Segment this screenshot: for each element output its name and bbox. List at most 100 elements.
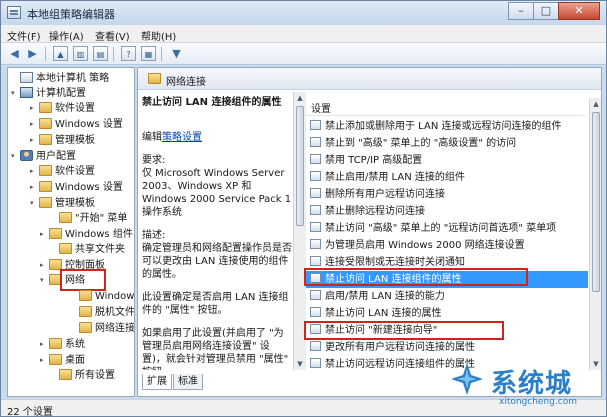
back-arrow-icon[interactable]: ◀ [7, 46, 22, 61]
setting-label: 连接受限制或无连接时关闭通知 [325, 257, 465, 268]
xitongcheng-logo-icon [451, 363, 483, 395]
computer-icon [20, 87, 33, 98]
scroll-up-arrow-icon[interactable]: ▲ [590, 98, 601, 110]
forward-arrow-icon[interactable]: ▶ [25, 46, 40, 61]
setting-row[interactable]: 为管理员启用 Windows 2000 网络连接设置 [306, 237, 588, 254]
tree-item-system[interactable]: ▸ 系统 [40, 337, 85, 352]
maximize-button[interactable]: □ [533, 2, 559, 20]
close-button[interactable]: ✕ [558, 2, 600, 20]
scroll-thumb[interactable] [592, 112, 600, 292]
setting-row[interactable]: 删除所有用户远程访问连接 [306, 186, 588, 203]
folder-icon [39, 181, 52, 192]
navigation-tree: 本地计算机 策略 ▾ 计算机配置 ▸ 软件设置 ▸ Windows 设置 ▸ 管理模板 … [7, 67, 135, 397]
folder-icon [39, 197, 52, 208]
policy-setting-icon [310, 256, 321, 266]
menu-file[interactable]: 文件(F) [7, 28, 41, 43]
setting-label: 禁止删除远程访问连接 [325, 206, 425, 217]
edit-policy-line: 编辑策略设置 [142, 132, 202, 143]
tree-item-windows-settings[interactable]: ▸ Windows 设置 [30, 117, 123, 132]
policy-title: 禁止访问 LAN 连接组件的属性 [142, 97, 282, 108]
settings-scrollbar[interactable]: ▲ ▼ [589, 98, 601, 370]
setting-row[interactable]: 禁止添加或删除用于 LAN 连接或远程访问连接的组件 [306, 118, 588, 135]
setting-label: 禁用 TCP/IP 高级配置 [325, 155, 423, 166]
setting-row[interactable]: 禁用 TCP/IP 高级配置 [306, 152, 588, 169]
window-title: 本地组策略编辑器 [27, 8, 115, 21]
setting-row[interactable]: 启用/禁用 LAN 连接的能力 [306, 288, 588, 305]
folder-icon [79, 290, 92, 301]
policy-setting-icon [310, 341, 321, 351]
tree-item-software-settings[interactable]: ▸ 软件设置 [30, 101, 95, 116]
setting-label: 启用/禁用 LAN 连接的能力 [325, 291, 445, 302]
toolbar-separator [161, 47, 162, 61]
tree-item-start-menu[interactable]: "开始" 菜单 [50, 211, 127, 226]
minimize-button[interactable]: – [508, 2, 534, 20]
show-hide-tree-icon[interactable]: ▥ [73, 46, 88, 61]
setting-row[interactable]: 禁止启用/禁用 LAN 连接的组件 [306, 169, 588, 186]
tree-item-network-connections[interactable]: 网络连接 [70, 321, 134, 336]
policy-setting-icon [310, 307, 321, 317]
folder-icon [49, 354, 62, 365]
scroll-thumb[interactable] [296, 106, 304, 226]
setting-label: 禁止访问 LAN 连接的属性 [325, 308, 442, 319]
setting-label: 禁止到 "高级" 菜单上的 "高级设置" 的访问 [325, 138, 517, 149]
tree-item-user-windows-settings[interactable]: ▸ Windows 设置 [30, 180, 123, 195]
export-list-icon[interactable]: ▤ [93, 46, 108, 61]
description-detail: 此设置确定是否启用 LAN 连接组件的 "属性" 按钮。 [142, 292, 289, 316]
folder-icon [39, 118, 52, 129]
tree-item-computer-config[interactable]: ▾ 计算机配置 [11, 86, 86, 101]
tree-item-windows-connect[interactable]: Windows [70, 289, 134, 304]
folder-icon [59, 243, 72, 254]
tree-item-windows-components[interactable]: ▸ Windows 组件 [40, 227, 133, 242]
policy-setting-icon [310, 137, 321, 147]
tree-item-all-settings[interactable]: 所有设置 [50, 368, 115, 383]
settings-column-header[interactable]: 设置 [311, 100, 331, 115]
properties-icon[interactable]: ▦ [141, 46, 156, 61]
scroll-down-arrow-icon[interactable]: ▼ [294, 358, 306, 370]
tree-item-user-software-settings[interactable]: ▸ 软件设置 [30, 164, 95, 179]
setting-label: 删除所有用户远程访问连接 [325, 189, 445, 200]
details-pane: 网络连接 禁止访问 LAN 连接组件的属性 编辑策略设置 要求: 仅 Micros… [137, 67, 602, 397]
tree-item-local-policy[interactable]: 本地计算机 策略 [11, 71, 109, 86]
group-policy-editor-window: 本地组策略编辑器 – □ ✕ 文件(F) 操作(A) 查看(V) 帮助(H) ◀… [0, 0, 607, 417]
settings-list-panel: 设置 禁止添加或删除用于 LAN 连接或远程访问连接的组件禁止到 "高级" 菜单… [304, 98, 601, 370]
setting-row[interactable]: 禁止到 "高级" 菜单上的 "高级设置" 的访问 [306, 135, 588, 152]
tree-item-offline-files[interactable]: 脱机文件 [70, 305, 134, 320]
watermark: 系统城 xitongcheng.com [443, 357, 603, 413]
setting-row[interactable]: 禁止删除远程访问连接 [306, 203, 588, 220]
tab-extended[interactable]: 扩展 [142, 374, 172, 390]
watermark-text: 系统城 [491, 369, 573, 399]
description: 描述: 确定管理员和网络配置操作员是否可以更改由 LAN 连接使用的组件的属性。 [142, 230, 292, 280]
scroll-up-arrow-icon[interactable]: ▲ [294, 92, 306, 104]
setting-row[interactable]: 更改所有用户远程访问连接的属性 [306, 339, 588, 356]
policy-setting-icon [310, 222, 321, 232]
tree-item-user-admin-templates[interactable]: ▾ 管理模板 [30, 196, 95, 211]
folder-icon [79, 322, 92, 333]
filter-icon[interactable]: ▼ [169, 46, 184, 61]
tree-item-desktop[interactable]: ▸ 桌面 [40, 353, 85, 368]
policy-setting-icon [310, 188, 321, 198]
tree-item-user-config[interactable]: ▾ 用户配置 [11, 149, 76, 164]
title-bar[interactable]: 本地组策略编辑器 – □ ✕ [1, 1, 606, 25]
menu-bar: 文件(F) 操作(A) 查看(V) 帮助(H) [1, 25, 606, 43]
details-header-title: 网络连接 [166, 77, 206, 88]
help-icon[interactable]: ? [121, 46, 136, 61]
setting-row[interactable]: 禁止访问 LAN 连接的属性 [306, 305, 588, 322]
toolbar: ◀ ▶ ▲ ▥ ▤ ? ▦ ▼ [1, 43, 606, 65]
policy-setting-icon [310, 120, 321, 130]
up-folder-icon[interactable]: ▲ [53, 46, 68, 61]
app-icon [7, 6, 21, 19]
menu-action[interactable]: 操作(A) [49, 28, 84, 43]
setting-row[interactable]: 禁止访问 "高级" 菜单上的 "远程访问首选项" 菜单项 [306, 220, 588, 237]
tab-standard[interactable]: 标准 [173, 374, 203, 390]
menu-help[interactable]: 帮助(H) [141, 28, 176, 43]
setting-label: 禁止访问 "高级" 菜单上的 "远程访问首选项" 菜单项 [325, 223, 557, 234]
policy-setting-icon [310, 290, 321, 300]
folder-icon [59, 369, 72, 380]
edit-policy-link[interactable]: 策略设置 [162, 132, 202, 143]
menu-view[interactable]: 查看(V) [95, 28, 130, 43]
folder-icon [39, 134, 52, 145]
toolbar-separator [113, 47, 114, 61]
description-detail-2: 如果启用了此设置(并启用了 "为管理员启用网络连接设置" 设置)，就会针对管理员… [142, 328, 289, 370]
tree-item-shared-folders[interactable]: 共享文件夹 [50, 242, 125, 257]
tree-item-admin-templates[interactable]: ▸ 管理模板 [30, 133, 95, 148]
